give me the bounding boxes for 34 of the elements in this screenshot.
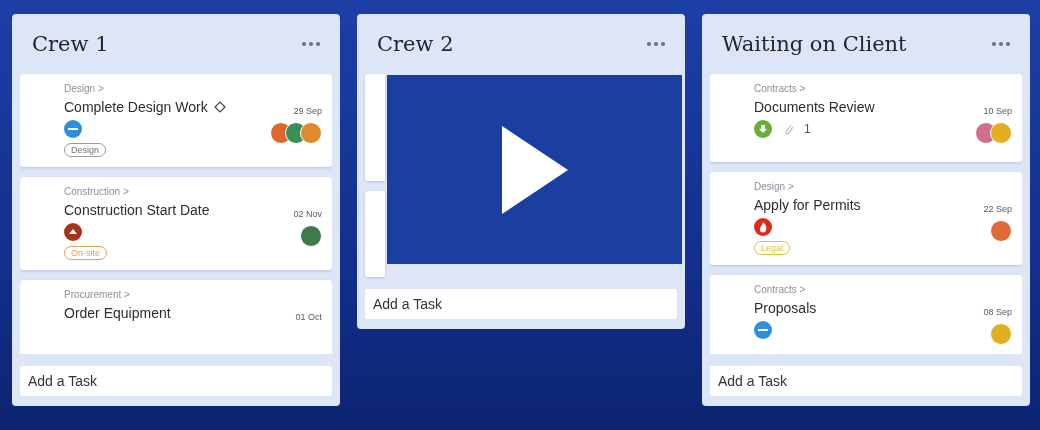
task-category: Design >: [64, 83, 105, 94]
task-card[interactable]: Contracts > Documents Review 1 10 Sep: [710, 74, 1022, 162]
task-title: Documents Review: [754, 99, 875, 115]
due-date: 10 Sep: [983, 106, 1012, 116]
due-date: 22 Sep: [983, 204, 1012, 214]
play-icon: [501, 125, 568, 214]
task-card[interactable]: Procurement > Order Equipment 01 Oct: [20, 280, 332, 354]
task-category: Procurement >: [64, 289, 131, 300]
add-task-field[interactable]: Add a Task: [20, 366, 332, 396]
column-title: Crew 2: [377, 32, 454, 56]
task-card[interactable]: Construction > Construction Start Date On-site 02 Nov: [20, 177, 332, 270]
add-task-field[interactable]: Add a Task: [365, 289, 677, 319]
task-card[interactable]: Design > Complete Design Work Design 29 Sep: [20, 74, 332, 167]
task-category: Contracts >: [754, 83, 807, 94]
column-title: Crew 1: [32, 32, 109, 56]
task-category: Contracts >: [754, 284, 807, 295]
task-title: Proposals: [754, 300, 817, 316]
task-title: Apply for Permits: [754, 197, 861, 213]
paperclip-icon: [782, 122, 794, 136]
task-card[interactable]: Contracts > Proposals 08 Sep: [710, 275, 1022, 354]
due-date: 08 Sep: [983, 307, 1012, 317]
due-date: 01 Oct: [295, 312, 322, 322]
task-title: Order Equipment: [64, 305, 171, 321]
column-title: Waiting on Client: [722, 32, 907, 56]
play-button[interactable]: [387, 75, 682, 264]
due-date: 02 Nov: [293, 209, 322, 219]
due-date: 29 Sep: [293, 106, 322, 116]
task-category: Design >: [754, 181, 795, 192]
task-title: Complete Design Work: [64, 99, 208, 115]
task-category: Construction >: [64, 186, 130, 197]
task-title: Construction Start Date: [64, 202, 210, 218]
task-card[interactable]: Design > Apply for Permits Legal 22 Sep: [710, 172, 1022, 265]
attachment-count: 1: [804, 122, 811, 136]
add-task-field[interactable]: Add a Task: [710, 366, 1022, 396]
